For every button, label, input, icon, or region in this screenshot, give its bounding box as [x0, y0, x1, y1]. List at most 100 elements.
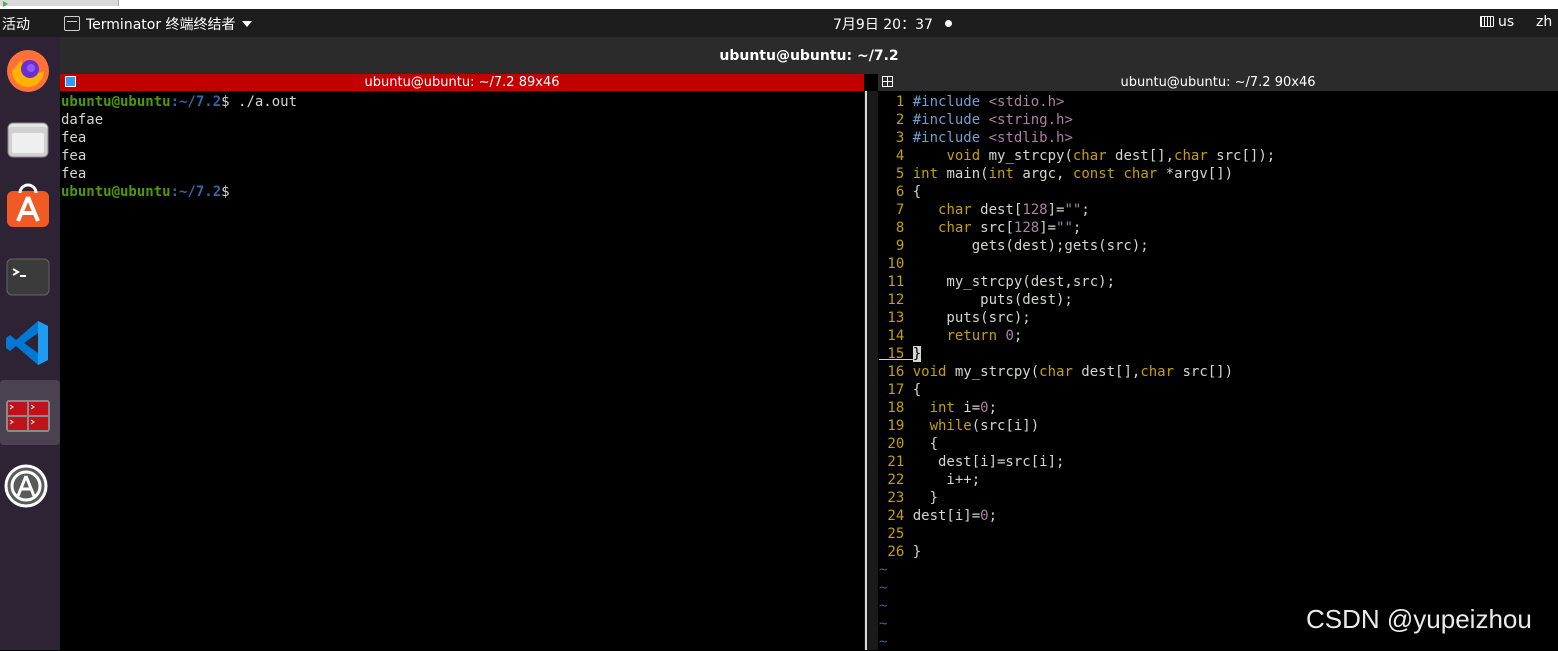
- terminator-app-icon: [64, 16, 80, 31]
- code-line: 5 int main(int argc, const char *argv[]): [879, 165, 1558, 183]
- line-number: 19: [879, 418, 913, 434]
- line-number: 26: [879, 544, 913, 560]
- line-number: 7: [879, 202, 913, 218]
- clock-label: 7月9日 20：37: [833, 17, 933, 33]
- code-text: }: [912, 346, 922, 362]
- code-text: i++;: [912, 472, 981, 488]
- activities-button[interactable]: 活动: [2, 14, 30, 34]
- code-text: #include <string.h>: [912, 112, 1073, 128]
- command-line: ubuntu@ubuntu:~/7.2$ ./a.out: [61, 93, 297, 111]
- clock[interactable]: 7月9日 20：37: [833, 14, 952, 34]
- line-number: 11: [879, 274, 913, 290]
- code-text: void my_strcpy(char dest[],char src[]);: [946, 148, 1276, 164]
- language-indicator[interactable]: zh: [1536, 14, 1552, 30]
- firefox-icon: [7, 50, 49, 92]
- code-text: #include <stdlib.h>: [912, 130, 1073, 146]
- terminal-icon: [6, 258, 50, 296]
- pane-splitter[interactable]: [864, 91, 878, 650]
- code-line: 23 }: [879, 489, 1558, 507]
- code-text: puts(dest);: [912, 292, 1073, 308]
- code-line: 26 }: [879, 543, 1558, 561]
- dock-item-vscode[interactable]: [0, 311, 60, 371]
- line-number: 15: [879, 346, 913, 362]
- prompt-suffix: $: [221, 94, 239, 110]
- code-line: 20 {: [879, 435, 1558, 453]
- code-text: dest[i]=src[i];: [912, 454, 1065, 470]
- code-line: 4 void my_strcpy(char dest[],char src[])…: [879, 147, 1558, 165]
- left-pane-title: ubuntu@ubuntu: ~/7.2 89x46: [364, 75, 560, 90]
- command: ./a.out: [238, 94, 298, 110]
- code-line: 24 dest[i]=0;: [879, 507, 1558, 525]
- files-icon: [7, 122, 49, 158]
- line-number: 18: [879, 400, 913, 416]
- output-line: fea: [61, 166, 87, 182]
- left-terminal[interactable]: ubuntu@ubuntu:~/7.2$ ./a.out dafae fea fea f…: [61, 93, 297, 201]
- code-text: return 0;: [946, 328, 1023, 344]
- final-prompt-line: ubuntu@ubuntu:~/7.2$: [61, 183, 297, 201]
- code-text: void my_strcpy(char dest[],char src[]): [912, 364, 1234, 380]
- code-line: 21 dest[i]=src[i];: [879, 453, 1558, 471]
- code-line: 18 int i=0;: [879, 399, 1558, 417]
- prompt-suffix: $: [221, 184, 230, 200]
- code-text: char src[128]="";: [938, 220, 1082, 236]
- code-line: 14 return 0;: [879, 327, 1558, 345]
- code-text: my_strcpy(dest,src);: [912, 274, 1116, 290]
- code-line: 7 char dest[128]="";: [879, 201, 1558, 219]
- partial-tab[interactable]: [0, 0, 119, 7]
- tab-icon: [3, 1, 8, 7]
- partial-browser-tab-strip: [0, 0, 1558, 9]
- code-line: 17 {: [879, 381, 1558, 399]
- line-number: 9: [879, 238, 913, 254]
- line-number: 6: [879, 184, 913, 200]
- line-number: 12: [879, 292, 913, 308]
- input-source-indicator[interactable]: us: [1480, 14, 1514, 30]
- code-line: 13 puts(src);: [879, 309, 1558, 327]
- code-line: 25: [879, 525, 1558, 543]
- dock: [0, 37, 60, 650]
- line-number: 23: [879, 490, 913, 506]
- prompt-user: ubuntu@ubuntu: [61, 94, 171, 110]
- code-line: 8 char src[128]="";: [879, 219, 1558, 237]
- line-number: 14: [879, 328, 913, 344]
- right-pane-titlebar[interactable]: ubuntu@ubuntu: ~/7.2 90x46: [878, 74, 1558, 91]
- ubuntu-software-icon: [7, 183, 49, 227]
- dock-item-software-updater[interactable]: [0, 452, 60, 512]
- right-terminal-vim[interactable]: 1 #include <stdio.h> 2 #include <string.…: [879, 93, 1558, 651]
- software-updater-icon: [4, 464, 48, 508]
- dock-item-terminal[interactable]: [0, 243, 60, 303]
- app-menu[interactable]: Terminator 终端终结者: [64, 14, 252, 34]
- line-number: 4: [879, 148, 913, 164]
- dock-item-terminator[interactable]: [0, 380, 60, 445]
- prompt-path: :~/7.2: [170, 184, 222, 200]
- output-line: dafae: [61, 112, 104, 128]
- code-line: 2 #include <string.h>: [879, 111, 1558, 129]
- dock-item-files[interactable]: [0, 107, 60, 167]
- code-text: while(src[i]): [929, 418, 1040, 434]
- code-line: 10: [879, 255, 1558, 273]
- left-pane-titlebar[interactable]: ubuntu@ubuntu: ~/7.2 89x46: [60, 74, 864, 91]
- line-number: 10: [879, 256, 913, 272]
- dock-item-ubuntu-software[interactable]: [0, 175, 60, 235]
- app-menu-label: Terminator 终端终结者: [86, 17, 236, 33]
- notification-dot-icon: [944, 20, 952, 27]
- dock-item-firefox[interactable]: [0, 39, 60, 99]
- code-text: }: [912, 490, 939, 506]
- group-icon[interactable]: [882, 76, 893, 87]
- terminator-icon: [6, 400, 50, 432]
- code-text: gets(dest);gets(src);: [912, 238, 1149, 254]
- line-number: 5: [879, 166, 913, 182]
- empty-buffer-line: ~: [879, 562, 888, 578]
- line-number: 16: [879, 364, 913, 380]
- vscode-icon: [6, 321, 48, 365]
- chevron-down-icon: [241, 21, 252, 27]
- group-icon[interactable]: [65, 76, 76, 87]
- code-text: #include <stdio.h>: [912, 94, 1065, 110]
- output-line: fea: [61, 130, 87, 146]
- line-number: 25: [879, 526, 913, 542]
- line-number: 22: [879, 472, 913, 488]
- code-line: 22 i++;: [879, 471, 1558, 489]
- line-number: 20: [879, 436, 913, 452]
- code-line: 1 #include <stdio.h>: [879, 93, 1558, 111]
- line-number: 24: [879, 508, 913, 524]
- gnome-top-bar: 活动 Terminator 终端终结者 7月9日 20：37 us zh: [0, 9, 1558, 37]
